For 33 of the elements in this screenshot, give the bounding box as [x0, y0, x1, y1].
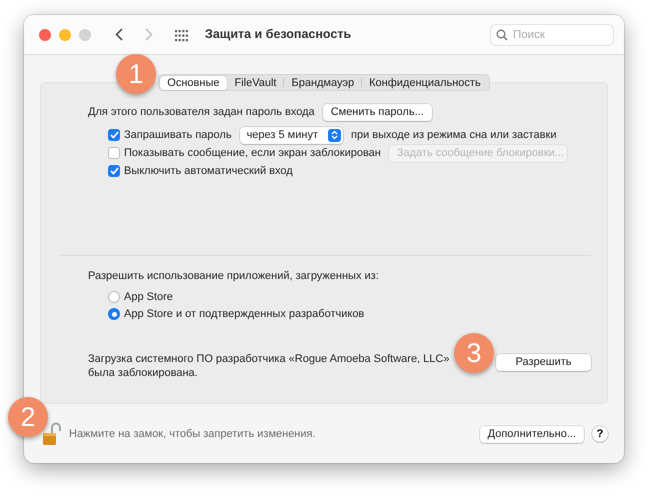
checkbox-label: Выключить автоматический вход [124, 164, 293, 179]
checkbox-label: Запрашивать пароль [124, 128, 232, 143]
grid-icon[interactable] [175, 28, 189, 42]
option-text: при выходе из режима сна или заставки [351, 128, 556, 143]
allow-button[interactable]: Разрешить [496, 354, 591, 371]
search-field[interactable]: Поиск [490, 24, 614, 46]
up-down-arrows-icon[interactable] [328, 128, 341, 142]
change-password-button[interactable]: Сменить пароль... [322, 104, 432, 121]
forward-icon[interactable] [145, 28, 153, 41]
lock-hint: Нажмите на замок, чтобы запретить изменения. [69, 426, 316, 442]
back-icon[interactable] [115, 28, 123, 41]
section-label: Разрешить использование приложений, загруженных из: [88, 269, 380, 284]
checkbox[interactable] [108, 129, 120, 141]
tab[interactable]: Брандмауэр [284, 76, 362, 90]
advanced-button[interactable]: Дополнительно... [480, 426, 584, 442]
tab[interactable]: Конфиденциальность [362, 76, 488, 90]
radio-label: App Store и от подтвержденных разработчиков [124, 306, 364, 322]
radio-button[interactable] [108, 291, 120, 303]
radio-button[interactable] [108, 308, 120, 320]
tab[interactable]: Основные [160, 76, 226, 90]
checkbox[interactable] [108, 165, 120, 177]
checkbox-label: Показывать сообщение, если экран заблокирован [124, 146, 381, 161]
window-title: Защита и безопасность [205, 26, 352, 44]
close-button[interactable] [39, 28, 51, 40]
unlocked-padlock-icon[interactable] [42, 422, 61, 446]
blocked-message: Загрузка системного ПО разработчика «Rogue Amoeba Software, LLC» была заблокирована. [88, 352, 450, 380]
radio-label: App Store [124, 290, 173, 305]
minimize-button[interactable] [59, 28, 71, 40]
help-button[interactable]: ? [592, 426, 608, 442]
password-label: Для этого пользователя задан пароль входа [88, 105, 315, 120]
interval-dropdown[interactable]: через 5 минут [240, 126, 343, 144]
tab[interactable]: FileVault [228, 76, 284, 90]
step-number-badge: 2 [8, 397, 48, 437]
